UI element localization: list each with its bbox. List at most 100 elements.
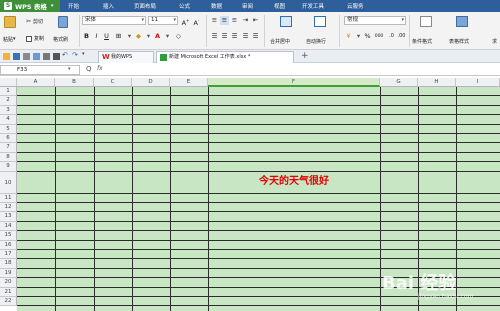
chevron-down-icon[interactable]: ▾ xyxy=(163,32,172,41)
row-header[interactable]: 10 xyxy=(0,171,17,194)
font-size-select[interactable]: 11 ▾ xyxy=(148,16,178,25)
row-header[interactable]: 21 xyxy=(0,287,17,297)
column-header[interactable]: B xyxy=(55,78,94,87)
column-header-active[interactable]: F xyxy=(208,78,380,87)
italic-button[interactable]: I xyxy=(92,32,101,41)
conditional-format-label[interactable]: 条件格式 xyxy=(412,38,432,45)
conditional-format-button[interactable] xyxy=(420,16,432,27)
table-style-label[interactable]: 表格样式 xyxy=(449,38,469,45)
row-header[interactable]: 8 xyxy=(0,152,17,163)
menu-item-cloud[interactable]: 云服务 xyxy=(347,2,364,10)
column-header[interactable]: D xyxy=(132,78,170,87)
row-header[interactable]: 14 xyxy=(0,221,17,232)
column-header[interactable]: I xyxy=(456,78,500,87)
indent-icon[interactable]: ⇥ xyxy=(241,16,250,25)
percent-button[interactable]: % xyxy=(363,32,372,41)
menu-item-home[interactable]: 开始 xyxy=(68,2,79,10)
number-format-select[interactable]: 常规 ▾ xyxy=(344,16,406,25)
menu-item-developer[interactable]: 开发工具 xyxy=(302,2,324,10)
cut-button[interactable]: ✂ 剪切 xyxy=(26,18,43,25)
distribute-icon[interactable]: ☰ xyxy=(251,32,260,41)
menu-item-page-layout[interactable]: 页面布局 xyxy=(134,2,156,10)
outdent-icon[interactable]: ⇤ xyxy=(251,16,260,25)
column-header[interactable]: C xyxy=(94,78,132,87)
row-header[interactable]: 3 xyxy=(0,105,17,116)
row-header[interactable]: 4 xyxy=(0,115,17,125)
format-painter-button[interactable] xyxy=(58,16,68,28)
sum-label[interactable]: 求 xyxy=(492,38,497,45)
chevron-down-icon[interactable]: ▾ xyxy=(144,32,153,41)
menu-item-data[interactable]: 数据 xyxy=(211,2,222,10)
row-header[interactable]: 9 xyxy=(0,162,17,172)
font-name-select[interactable]: 宋体 ▾ xyxy=(82,16,146,25)
row-header[interactable]: 7 xyxy=(0,143,17,153)
column-header[interactable]: G xyxy=(380,78,418,87)
underline-button[interactable]: U xyxy=(102,32,111,41)
align-center-icon[interactable]: ☰ xyxy=(220,32,229,41)
row-header[interactable]: 6 xyxy=(0,134,17,144)
row-header[interactable]: 11 xyxy=(0,193,17,203)
menu-item-insert[interactable]: 插入 xyxy=(103,2,114,10)
column-header[interactable]: H xyxy=(418,78,456,87)
tab-workbook[interactable]: 新建 Microsoft Excel 工作表.xlsx * xyxy=(156,51,294,63)
chevron-down-icon[interactable]: ▾ xyxy=(68,66,71,72)
redo-icon[interactable]: ↷ xyxy=(72,51,79,59)
menu-item-formula[interactable]: 公式 xyxy=(179,2,190,10)
cell-f10-text[interactable]: 今天的天气很好 xyxy=(208,175,380,189)
print-icon[interactable] xyxy=(23,53,30,60)
undo-icon[interactable]: ↶ xyxy=(62,51,69,59)
export-icon[interactable] xyxy=(43,53,50,60)
grow-font-icon[interactable]: A+ xyxy=(181,16,190,27)
wrap-text-label[interactable]: 自动换行 xyxy=(306,38,326,45)
align-bottom-icon[interactable]: ≡ xyxy=(230,16,239,25)
menu-item-view[interactable]: 视图 xyxy=(274,2,285,10)
row-header[interactable]: 5 xyxy=(0,124,17,134)
merge-center-label[interactable]: 合并居中 xyxy=(270,38,290,45)
row-header[interactable]: 15 xyxy=(0,231,17,241)
tab-my-wps[interactable]: W 我的WPS xyxy=(98,51,154,63)
chevron-down-icon[interactable]: ▾ xyxy=(354,32,363,41)
wrap-text-button[interactable] xyxy=(314,16,326,27)
increase-decimal-icon[interactable]: .0 xyxy=(387,32,396,41)
function-button[interactable]: fx xyxy=(97,65,103,72)
align-middle-icon[interactable]: ≡ xyxy=(220,16,229,25)
row-header[interactable]: 2 xyxy=(0,96,17,106)
copy-button[interactable]: 复制 xyxy=(26,35,44,42)
menu-item-review[interactable]: 审阅 xyxy=(242,2,253,10)
table-style-button[interactable] xyxy=(456,16,468,27)
print-preview-icon[interactable] xyxy=(33,53,40,60)
row-header[interactable]: 13 xyxy=(0,212,17,222)
comma-button[interactable]: 000 xyxy=(373,32,385,41)
bold-button[interactable]: B xyxy=(82,32,91,41)
chevron-down-icon[interactable]: ▾ xyxy=(82,51,89,58)
decrease-decimal-icon[interactable]: .00 xyxy=(397,32,406,41)
chevron-down-icon[interactable]: ▾ xyxy=(125,32,134,41)
row-header[interactable]: 18 xyxy=(0,259,17,269)
font-color-icon[interactable]: A xyxy=(153,32,162,41)
save-icon[interactable] xyxy=(13,53,20,60)
align-top-icon[interactable]: ≡ xyxy=(210,16,219,25)
clear-format-icon[interactable]: ◇ xyxy=(174,32,183,41)
paste-dropdown-icon[interactable]: ▾ xyxy=(13,36,16,42)
clear-icon[interactable] xyxy=(53,53,60,60)
align-right-icon[interactable]: ☰ xyxy=(230,32,239,41)
row-header[interactable]: 16 xyxy=(0,240,17,250)
open-file-icon[interactable] xyxy=(3,53,10,60)
formula-input[interactable] xyxy=(110,65,498,75)
new-tab-button[interactable]: + xyxy=(301,51,309,61)
currency-icon[interactable]: ¥ xyxy=(344,32,353,41)
paste-button[interactable] xyxy=(4,16,16,28)
row-header[interactable]: 19 xyxy=(0,268,17,279)
row-header[interactable]: 17 xyxy=(0,250,17,260)
shrink-font-icon[interactable]: A- xyxy=(192,16,201,27)
fill-color-icon[interactable]: ◆ xyxy=(134,32,143,41)
row-header[interactable]: 22 xyxy=(0,297,17,307)
merge-center-button[interactable] xyxy=(280,16,292,27)
row-header[interactable]: 12 xyxy=(0,203,17,213)
select-all-corner[interactable] xyxy=(0,78,17,87)
column-header[interactable]: E xyxy=(170,78,208,87)
justify-icon[interactable]: ☰ xyxy=(241,32,250,41)
column-header[interactable]: A xyxy=(17,78,55,87)
border-icon[interactable]: ⊞ xyxy=(114,32,123,41)
app-menu-button[interactable]: S WPS 表格 ▾ xyxy=(0,0,60,12)
